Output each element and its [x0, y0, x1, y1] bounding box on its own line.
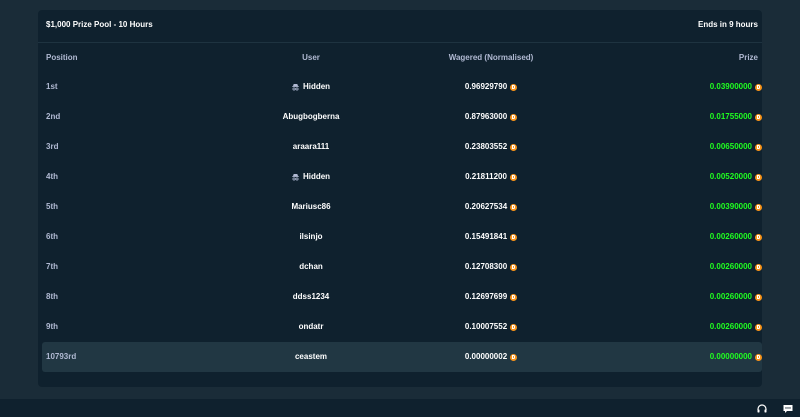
row-wagered-amount: 0.12697699	[464, 292, 508, 301]
table-row: 5th Mariusc86 0.20627534 0.00390000	[42, 192, 762, 222]
row-prize: 0.00650000	[710, 132, 762, 162]
bitcoin-coin-icon	[510, 353, 518, 361]
bitcoin-coin-icon	[755, 263, 762, 271]
column-header-prize: Prize	[738, 53, 758, 62]
row-wagered-amount: 0.15491841	[464, 232, 508, 241]
row-prize-amount: 0.00260000	[709, 232, 752, 241]
row-username: araara111	[292, 142, 330, 151]
row-wagered-amount: 0.23803552	[464, 142, 508, 151]
row-position: 1st	[46, 82, 58, 91]
row-prize-amount: 0.00650000	[709, 142, 752, 151]
row-prize: 0.00260000	[710, 312, 762, 342]
bitcoin-coin-icon	[510, 263, 518, 271]
row-prize: 0.00260000	[710, 222, 762, 252]
row-wagered-amount: 0.20627534	[464, 202, 508, 211]
row-wagered-amount: 0.21811200	[465, 172, 507, 181]
row-username: ceastem	[294, 352, 328, 361]
footer-bar	[0, 399, 800, 417]
row-username: ondatr	[298, 322, 324, 331]
bitcoin-coin-icon	[510, 293, 518, 301]
table-row: 10793rd ceastem 0.00000002 0.00000000	[42, 342, 762, 372]
leaderboard-header: $1,000 Prize Pool - 10 Hours Ends in 9 h…	[38, 10, 762, 43]
leaderboard-table-body: 1st Hidden 0.96929790 0.03900000 2nd Abugbogb…	[42, 72, 762, 372]
row-username: Mariusc86	[291, 202, 331, 211]
bitcoin-coin-icon	[510, 323, 518, 331]
bitcoin-coin-icon	[755, 173, 762, 181]
bitcoin-coin-icon	[755, 203, 762, 211]
table-row: 4th Hidden 0.21811200 0.00520000	[42, 162, 762, 192]
row-wagered-amount: 0.00000002	[464, 352, 508, 361]
row-prize-amount: 0.00260000	[709, 292, 752, 301]
bitcoin-coin-icon	[510, 233, 518, 241]
ends-in-label: Ends in 9 hours	[697, 20, 758, 29]
row-prize-amount: 0.01755000	[709, 112, 752, 121]
hidden-user-icon	[292, 83, 299, 91]
bitcoin-coin-icon	[755, 113, 762, 121]
row-prize: 0.01755000	[710, 102, 762, 132]
row-username: dchan	[299, 262, 323, 271]
row-position: 2nd	[46, 112, 61, 121]
row-position: 10793rd	[46, 352, 77, 361]
headset-icon[interactable]	[756, 402, 768, 414]
row-prize-amount: 0.00520000	[709, 172, 752, 181]
row-position: 4th	[46, 172, 58, 181]
table-row: 8th ddss1234 0.12697699 0.00260000	[42, 282, 762, 312]
chat-icon[interactable]	[782, 402, 794, 414]
bitcoin-coin-icon	[755, 353, 762, 361]
row-wagered-amount: 0.96929790	[464, 82, 508, 91]
row-username: Abugbogberna	[282, 112, 340, 121]
row-wagered-amount: 0.87963000	[464, 112, 508, 121]
row-position: 8th	[46, 292, 58, 301]
bitcoin-coin-icon	[510, 143, 518, 151]
row-prize-amount: 0.00000000	[709, 352, 752, 361]
bitcoin-coin-icon	[510, 113, 518, 121]
row-position: 5th	[46, 202, 58, 211]
table-row: 9th ondatr 0.10007552 0.00260000	[42, 312, 762, 342]
bitcoin-coin-icon	[755, 293, 762, 301]
prize-pool-title: $1,000 Prize Pool - 10 Hours	[46, 20, 153, 29]
bitcoin-coin-icon	[755, 323, 762, 331]
table-row: 2nd Abugbogberna 0.87963000 0.01755000	[42, 102, 762, 132]
row-position: 9th	[46, 322, 58, 331]
row-username: Hidden	[302, 82, 331, 91]
table-row: 6th ilsinjo 0.15491841 0.00260000	[42, 222, 762, 252]
table-row: 3rd araara111 0.23803552 0.00650000	[42, 132, 762, 162]
row-prize: 0.00390000	[710, 192, 762, 222]
column-header-position: Position	[46, 53, 78, 62]
race-leaderboard-page: $1,000 Prize Pool - 10 Hours Ends in 9 h…	[0, 0, 800, 417]
bitcoin-coin-icon	[755, 83, 762, 91]
leaderboard-panel: $1,000 Prize Pool - 10 Hours Ends in 9 h…	[38, 10, 762, 387]
row-username: ilsinjo	[299, 232, 323, 241]
bitcoin-coin-icon	[509, 173, 517, 181]
table-header: Position User Wagered (Normalised) Prize	[46, 53, 758, 62]
row-prize: 0.03900000	[710, 72, 762, 102]
row-position: 6th	[46, 232, 58, 241]
row-username: Hidden	[302, 172, 331, 181]
row-position: 3rd	[46, 142, 59, 151]
bitcoin-coin-icon	[755, 233, 762, 241]
hidden-user-icon	[292, 173, 299, 181]
row-position: 7th	[46, 262, 58, 271]
table-row: 1st Hidden 0.96929790 0.03900000	[42, 72, 762, 102]
row-prize-amount: 0.03900000	[709, 82, 752, 91]
row-prize-amount: 0.00390000	[709, 202, 752, 211]
table-row: 7th dchan 0.12708300 0.00260000	[42, 252, 762, 282]
row-prize: 0.00260000	[710, 282, 762, 312]
row-prize: 0.00520000	[710, 162, 762, 192]
row-prize: 0.00260000	[710, 252, 762, 282]
bitcoin-coin-icon	[510, 83, 518, 91]
row-wagered-amount: 0.12708300	[464, 262, 508, 271]
row-wagered-amount: 0.10007552	[464, 322, 508, 331]
bitcoin-coin-icon	[510, 203, 518, 211]
row-prize: 0.00000000	[710, 342, 762, 372]
row-username: ddss1234	[292, 292, 330, 301]
row-prize-amount: 0.00260000	[709, 262, 752, 271]
bitcoin-coin-icon	[755, 143, 762, 151]
row-prize-amount: 0.00260000	[709, 322, 752, 331]
